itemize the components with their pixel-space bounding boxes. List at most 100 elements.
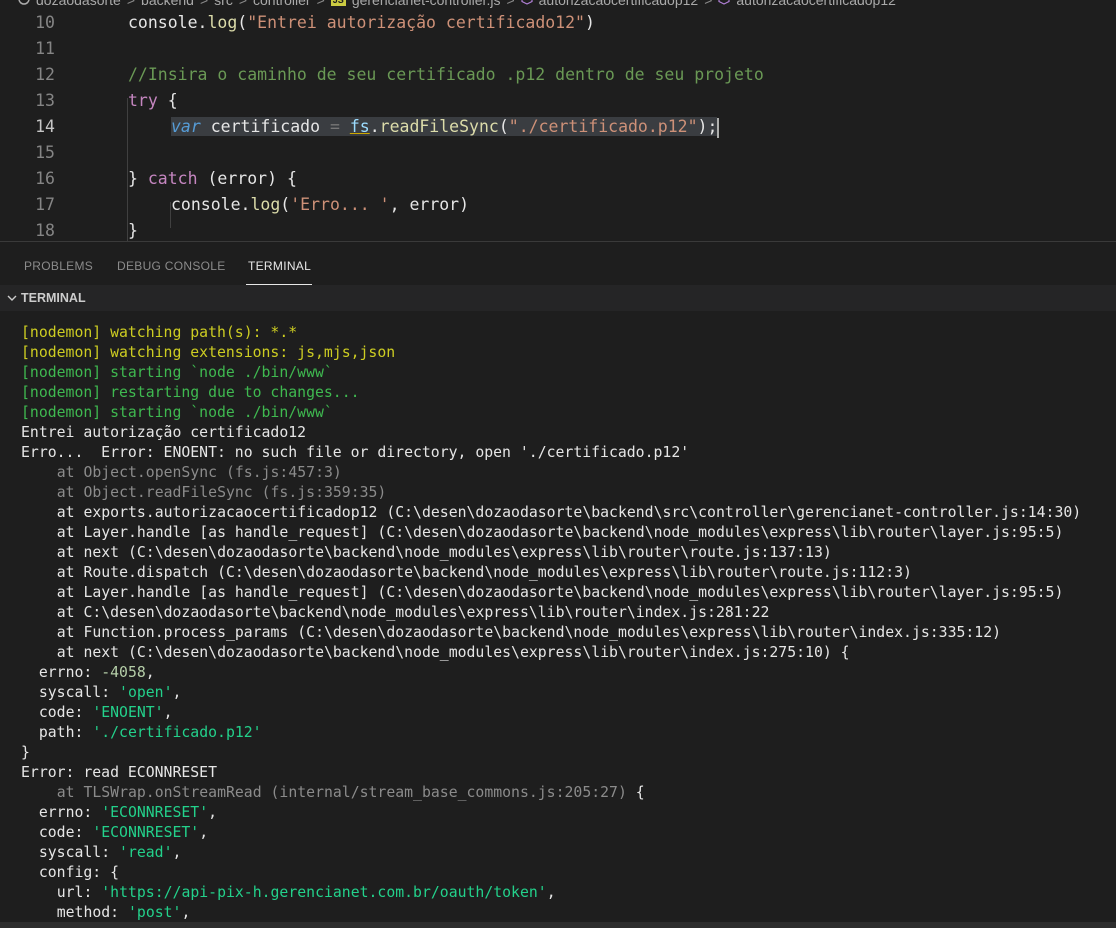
code-text: //Insira o caminho de seu certificado .p… [128,62,764,88]
terminal-line: Entrei autorização certificado12 [21,423,306,443]
terminal-text: 'read' [119,844,173,861]
terminal-text: [nodemon] watching path(s): *.* [21,324,298,341]
code-token: ( [280,195,291,214]
terminal-section-header[interactable]: TERMINAL [0,285,1116,311]
terminal-line: Error: read ECONNRESET [21,763,217,783]
tab-problems[interactable]: PROBLEMS [24,259,93,273]
line-number: 13 [35,91,55,110]
code-editor[interactable]: 10 console.log("Entrei autorização certif… [0,10,1116,241]
code-token: ( [237,13,248,32]
terminal-text: 'https://api-pix-h.gerencianet.com.br/oa… [101,884,547,901]
code-line[interactable]: 15 [0,140,1116,166]
breadcrumb-separator: > [506,0,515,8]
horizontal-scrollbar[interactable] [0,922,1116,928]
terminal-text: at TLSWrap.onStreamRead (internal/stream… [56,784,627,801]
breadcrumb-item[interactable]: backend [141,0,194,8]
terminal-text: 'post' [128,904,182,921]
code-token: console. [128,13,208,32]
breadcrumb-item[interactable]: dozaodasorte [36,0,121,8]
breadcrumb-item[interactable]: autorizacaocertificadop12 [539,0,699,8]
terminal-text: syscall: [38,684,120,701]
terminal-text: 'ENOENT' [92,704,164,721]
terminal-text: errno: [38,804,102,821]
terminal-output[interactable]: [nodemon] watching path(s): *.* [nodemon]… [0,311,1116,928]
breadcrumb-item[interactable]: autorizacaocertificadop12 [736,0,896,8]
breadcrumb-item[interactable]: controller [253,0,311,8]
code-line[interactable]: 10 console.log("Entrei autorização certif… [0,10,1116,36]
code-line[interactable]: 17 console.log('Erro... ', error) [0,192,1116,218]
terminal-line: Erro... Error: ENOENT: no such file or d… [21,443,689,463]
terminal-text: , [208,804,218,821]
code-token: ( [498,117,509,136]
code-token: 'Erro... ' [290,195,390,214]
breadcrumb-separator: > [704,0,713,8]
breadcrumb-item[interactable]: gerencianet-controller.js [352,0,501,8]
terminal-text: 'ECONNRESET' [92,824,200,841]
code-token: ); [697,117,718,136]
code-text: var certificado = fs.readFileSync("./cer… [171,114,720,140]
tab-debug-console[interactable]: DEBUG CONSOLE [117,259,226,273]
code-line[interactable]: 12 //Insira o caminho de seu certificado … [0,62,1116,88]
indent-guide [127,98,128,241]
terminal-text: , [172,844,182,861]
terminal-text: at Layer.handle [as handle_request] (C:\… [56,584,1064,601]
code-line[interactable]: 11 [0,36,1116,62]
terminal-line: at TLSWrap.onStreamRead (internal/stream… [57,783,645,803]
terminal-section-title: TERMINAL [21,291,86,305]
terminal-text: Erro... Error: ENOENT: no such file or d… [21,444,690,461]
code-text: try { [128,88,178,114]
terminal-line: at next (C:\desen\dozaodasorte\backend\n… [57,643,850,663]
code-token: var [171,117,201,136]
code-line[interactable]: 13 try { [0,88,1116,114]
terminal-text: , [163,704,173,721]
terminal-text: at next (C:\desen\dozaodasorte\backend\n… [56,644,850,661]
code-token: . [369,117,380,136]
terminal-text: at Function.process_params (C:\desen\doz… [56,624,1002,641]
line-number: 18 [35,221,55,240]
terminal-line: at Object.openSync (fs.js:457:3) [57,463,342,483]
code-line[interactable]: 18} [0,218,1116,241]
terminal-line: [nodemon] starting `node ./bin/www` [21,363,333,383]
terminal-line: at Function.process_params (C:\desen\doz… [57,623,1001,643]
terminal-text: } [21,744,30,761]
terminal-text: path: [38,724,93,741]
terminal-text: , [172,684,182,701]
line-number: 15 [35,143,55,162]
terminal-text: at Object.openSync (fs.js:457:3) [56,464,342,481]
symbol-cube-icon [718,0,730,8]
code-token: (error) { [197,169,297,188]
line-number: 11 [35,39,55,58]
code-token: = [329,117,340,136]
tab-terminal[interactable]: TERMINAL [248,259,311,273]
terminal-text: code: [38,704,93,721]
terminal-text: config: { [38,864,120,881]
terminal-line: method: 'post', [57,903,191,923]
code-token: fs [349,117,370,136]
terminal-text: errno: [38,664,102,681]
code-line[interactable]: 14 var certificado = fs.readFileSync("./c… [0,114,1116,140]
code-text: console.log('Erro... ', error) [171,192,469,218]
breadcrumb-item[interactable]: src [214,0,233,8]
terminal-text: , [181,904,191,921]
terminal-text: 'open' [119,684,173,701]
code-text: } [128,218,138,241]
breadcrumb-separator: > [238,0,248,8]
terminal-text: 'ECONNRESET' [101,804,209,821]
terminal-text: [nodemon] starting `node ./bin/www` [21,404,333,421]
code-token: readFileSync [379,117,499,136]
code-line[interactable]: 16} catch (error) { [0,166,1116,192]
code-token: try [128,91,158,110]
terminal-text: './certificado.p12' [92,724,262,741]
code-text: } catch (error) { [128,166,297,192]
breadcrumb-separator: > [316,0,325,8]
code-token: "Entrei autorização certificado12" [247,13,585,32]
terminal-line: syscall: 'open', [39,683,182,703]
line-number: 12 [35,65,55,84]
code-token: //Insira o caminho de seu certificado .p… [128,65,764,84]
terminal-line: at Layer.handle [as handle_request] (C:\… [57,583,1064,603]
code-token: } [128,221,138,240]
terminal-text: , [199,824,209,841]
panel-tab-bar: PROBLEMS DEBUG CONSOLE TERMINAL [0,241,1116,286]
terminal-line: at exports.autorizacaocertificadop12 (C:… [57,503,1081,523]
